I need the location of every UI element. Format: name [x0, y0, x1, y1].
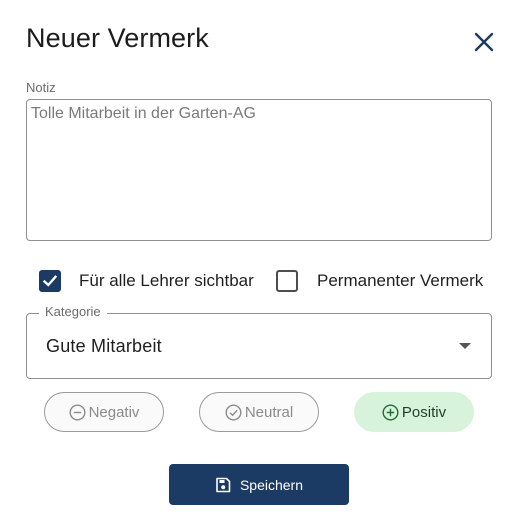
rating-negative-button[interactable]: Negativ — [44, 392, 164, 432]
checkmark-icon — [42, 275, 58, 287]
rating-neutral-button[interactable]: Neutral — [199, 392, 319, 432]
close-button[interactable] — [470, 28, 498, 56]
permanent-note-label: Permanenter Vermerk — [317, 271, 484, 290]
note-label: Notiz — [26, 80, 56, 95]
visible-all-teachers-checkbox[interactable] — [39, 270, 61, 292]
category-label: Kategorie — [39, 304, 107, 319]
close-icon — [474, 32, 494, 52]
save-button[interactable]: Speichern — [169, 464, 349, 505]
category-select[interactable]: Kategorie Gute Mitarbeit — [26, 304, 492, 379]
permanent-note-checkbox[interactable] — [276, 270, 298, 292]
rating-positive-button[interactable]: Positiv — [354, 392, 474, 432]
rating-neutral-label: Neutral — [244, 403, 294, 421]
dialog-title: Neuer Vermerk — [26, 23, 209, 53]
save-icon — [216, 477, 231, 492]
rating-negative-label: Negativ — [88, 403, 140, 421]
rating-positive-label: Positiv — [401, 403, 447, 421]
plus-circle-icon — [382, 403, 399, 421]
visible-all-teachers-checkbox-row[interactable]: Für alle Lehrer sichtbar — [39, 268, 254, 294]
permanent-note-checkbox-row[interactable]: Permanenter Vermerk — [276, 268, 483, 294]
category-selected-value: Gute Mitarbeit — [46, 336, 162, 356]
visible-all-teachers-label: Für alle Lehrer sichtbar — [79, 271, 254, 290]
note-textarea[interactable]: Tolle Mitarbeit in der Garten-AG — [26, 99, 492, 241]
minus-circle-icon — [69, 403, 86, 421]
dropdown-arrow-icon — [459, 343, 471, 349]
save-button-label: Speichern — [239, 476, 304, 493]
check-circle-icon — [225, 403, 242, 421]
